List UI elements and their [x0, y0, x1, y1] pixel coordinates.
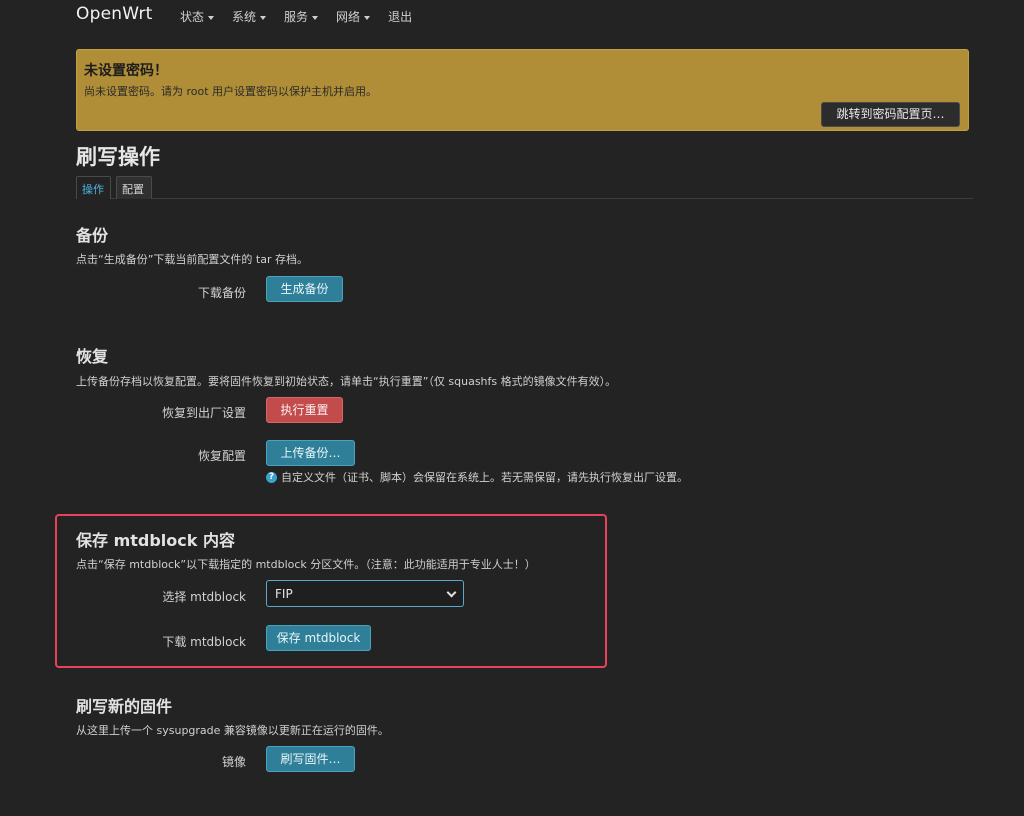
question-icon: ? — [266, 471, 277, 483]
download-mtdblock-label: 下载 mtdblock — [162, 635, 246, 649]
restore-description: 上传备份存档以恢复配置。要将固件恢复到初始状态，请单击“执行重置”（仅 squa… — [76, 375, 617, 388]
restore-title: 恢复 — [76, 347, 109, 366]
menu-status-label: 状态 — [180, 10, 205, 24]
top-navbar: OpenWrt 状态 系统 服务 网络 退出 — [0, 0, 1024, 34]
menu-system[interactable]: 系统 — [232, 8, 267, 25]
tab-configuration[interactable]: 配置 — [116, 176, 152, 199]
menu-logout-label: 退出 — [388, 10, 413, 24]
alert-text: 尚未设置密码。请为 root 用户设置密码以保护主机并启用。 — [84, 85, 378, 98]
goto-password-button[interactable]: 跳转到密码配置页… — [821, 102, 960, 127]
mtdblock-select[interactable]: FIP — [266, 580, 464, 607]
tab-actions[interactable]: 操作 — [76, 176, 111, 199]
mtdblock-title: 保存 mtdblock 内容 — [76, 531, 235, 550]
menu-network[interactable]: 网络 — [336, 8, 371, 25]
caret-down-icon — [208, 15, 215, 20]
restore-hint-text: 自定义文件（证书、脚本）会保留在系统上。若无需保留，请先执行恢复出厂设置。 — [281, 471, 688, 484]
backup-title: 备份 — [76, 226, 109, 245]
menu-logout[interactable]: 退出 — [388, 8, 412, 25]
factory-reset-label: 恢复到出厂设置 — [161, 406, 246, 420]
save-mtdblock-button[interactable]: 保存 mtdblock — [266, 625, 371, 651]
image-label: 镜像 — [221, 755, 246, 769]
firmware-title: 刷写新的固件 — [76, 697, 173, 716]
restore-config-label: 恢复配置 — [197, 449, 246, 463]
download-backup-label: 下载备份 — [197, 286, 246, 300]
select-mtdblock-label: 选择 mtdblock — [162, 590, 246, 604]
alert-title: 未设置密码！ — [84, 63, 168, 79]
menu-status[interactable]: 状态 — [180, 8, 215, 25]
generate-backup-button[interactable]: 生成备份 — [266, 276, 343, 302]
firmware-description: 从这里上传一个 sysupgrade 兼容镜像以更新正在运行的固件。 — [76, 724, 389, 737]
chevron-down-icon — [446, 587, 457, 598]
backup-description: 点击“生成备份”下载当前配置文件的 tar 存档。 — [76, 253, 308, 266]
upload-backup-button[interactable]: 上传备份… — [266, 440, 355, 466]
menu-services-label: 服务 — [284, 10, 309, 24]
tab-bar: 操作 配置 — [76, 176, 973, 199]
flash-firmware-button[interactable]: 刷写固件… — [266, 746, 355, 772]
password-warning-alert: 未设置密码！ 尚未设置密码。请为 root 用户设置密码以保护主机并启用。 跳转… — [76, 49, 969, 131]
caret-down-icon — [364, 15, 371, 20]
mtdblock-select-value: FIP — [275, 587, 293, 601]
page-title: 刷写操作 — [76, 145, 160, 169]
menu-system-label: 系统 — [232, 10, 257, 24]
menu-network-label: 网络 — [336, 10, 361, 24]
caret-down-icon — [260, 15, 267, 20]
caret-down-icon — [312, 15, 319, 20]
page: OpenWrt 状态 系统 服务 网络 退出 未设置密码！ 尚未设置密码。请为 … — [0, 0, 1024, 816]
perform-reset-button[interactable]: 执行重置 — [266, 397, 343, 423]
brand-logo[interactable]: OpenWrt — [76, 4, 153, 24]
restore-hint: ? 自定义文件（证书、脚本）会保留在系统上。若无需保留，请先执行恢复出厂设置。 — [266, 469, 688, 485]
main-menu: 状态 系统 服务 网络 退出 — [180, 8, 430, 25]
mtdblock-description: 点击“保存 mtdblock”以下载指定的 mtdblock 分区文件。（注意：… — [76, 558, 536, 571]
menu-services[interactable]: 服务 — [284, 8, 319, 25]
